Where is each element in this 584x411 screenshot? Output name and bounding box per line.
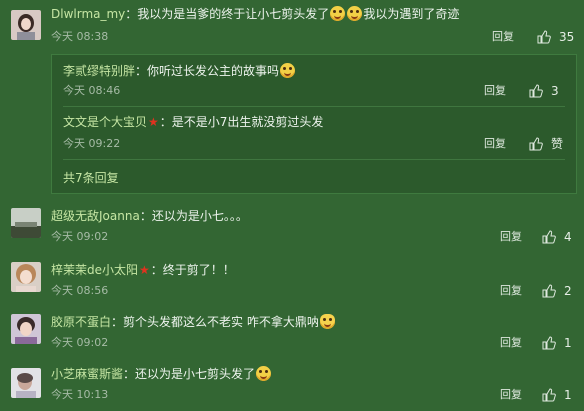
timestamp: 今天 09:02 <box>51 336 109 349</box>
like-button[interactable]: 1 <box>542 336 578 350</box>
comment-text: 终于剪了！！ <box>162 263 235 277</box>
like-button[interactable]: 4 <box>542 230 578 244</box>
username[interactable]: Dlwlrma_my <box>51 7 125 21</box>
avatar[interactable] <box>11 208 41 238</box>
divider <box>63 159 565 160</box>
thumbs-up-icon <box>529 137 543 151</box>
comment-text: 还以为是小七。。。 <box>151 209 248 223</box>
like-button[interactable]: 1 <box>542 388 578 402</box>
reply-thread: 李贰缪特别胖：你听过长发公主的故事吗 今天 08:46 回复 3 文文是个大宝贝… <box>51 54 577 194</box>
reply-text: 是不是小7出生就没剪过头发 <box>171 115 324 129</box>
colon: ： <box>139 209 152 223</box>
timestamp: 今天 09:02 <box>51 230 109 243</box>
colon: ： <box>150 263 163 277</box>
username[interactable]: 李贰缪特别胖 <box>63 64 135 78</box>
laughing-tears-emoji-icon <box>347 6 363 21</box>
thumbs-up-icon <box>542 388 556 402</box>
like-button[interactable]: 35 <box>537 30 577 44</box>
reply-button[interactable]: 回复 <box>500 284 522 298</box>
colon: ： <box>159 115 172 129</box>
like-count: 1 <box>564 388 572 402</box>
comment-text: 剪个头发都这么不老实 咋不拿大鼎呐 <box>123 315 319 329</box>
comment-text: 我以为遇到了奇迹 <box>363 7 460 21</box>
laughing-tears-emoji-icon <box>330 6 346 21</box>
like-button[interactable]: 3 <box>529 84 569 98</box>
red-star-badge-icon: ★ <box>139 263 150 277</box>
reply-button[interactable]: 回复 <box>500 388 522 402</box>
thumbs-up-icon <box>542 284 556 298</box>
thumbs-up-icon <box>542 230 556 244</box>
timestamp: 今天 08:46 <box>63 84 121 97</box>
timestamp: 今天 08:38 <box>51 30 109 43</box>
thumbs-up-icon <box>542 336 556 350</box>
like-count: 3 <box>551 84 559 98</box>
laughing-tears-emoji-icon <box>280 63 296 78</box>
reply-text: 你听过长发公主的故事吗 <box>147 64 280 78</box>
cat-face-emoji-icon <box>319 314 335 329</box>
more-replies-link[interactable]: 共7条回复 <box>63 169 119 186</box>
like-count: 2 <box>564 284 572 298</box>
username[interactable]: 小芝麻蜜斯酱 <box>51 367 123 381</box>
avatar[interactable] <box>11 368 41 398</box>
reply-button[interactable]: 回复 <box>492 30 514 44</box>
avatar[interactable] <box>11 314 41 344</box>
reply-button[interactable]: 回复 <box>500 336 522 350</box>
thumbs-up-icon <box>529 84 543 98</box>
colon: ： <box>111 315 124 329</box>
avatar[interactable] <box>11 262 41 292</box>
colon: ： <box>135 64 148 78</box>
like-count: 4 <box>564 230 572 244</box>
like-button[interactable]: 2 <box>542 284 578 298</box>
username[interactable]: 梓茉茉de小太阳 <box>51 263 138 277</box>
username[interactable]: 胶原不蛋白 <box>51 315 111 329</box>
reply-button[interactable]: 回复 <box>484 137 506 151</box>
colon: ： <box>123 367 136 381</box>
username[interactable]: 超级无敌Joanna <box>51 209 140 223</box>
timestamp: 今天 09:22 <box>63 137 121 150</box>
like-count: 1 <box>564 336 572 350</box>
comment-text: 还以为是小七剪头发了 <box>135 367 256 381</box>
comment-text: 我以为是当爹的终于让小七剪头发了 <box>137 7 330 21</box>
colon: ： <box>125 7 138 21</box>
reply-button[interactable]: 回复 <box>500 230 522 244</box>
like-label: 赞 <box>551 137 564 151</box>
reply-button[interactable]: 回复 <box>484 84 506 98</box>
red-star-badge-icon: ★ <box>148 115 159 129</box>
username[interactable]: 文文是个大宝贝 <box>63 115 147 129</box>
avatar[interactable] <box>11 10 41 40</box>
timestamp: 今天 10:13 <box>51 388 109 401</box>
like-button[interactable]: 赞 <box>529 137 569 151</box>
divider <box>63 106 565 107</box>
like-count: 35 <box>559 30 575 44</box>
timestamp: 今天 08:56 <box>51 284 109 297</box>
laughing-tears-emoji-icon <box>256 366 272 381</box>
thumbs-up-icon <box>537 30 551 44</box>
